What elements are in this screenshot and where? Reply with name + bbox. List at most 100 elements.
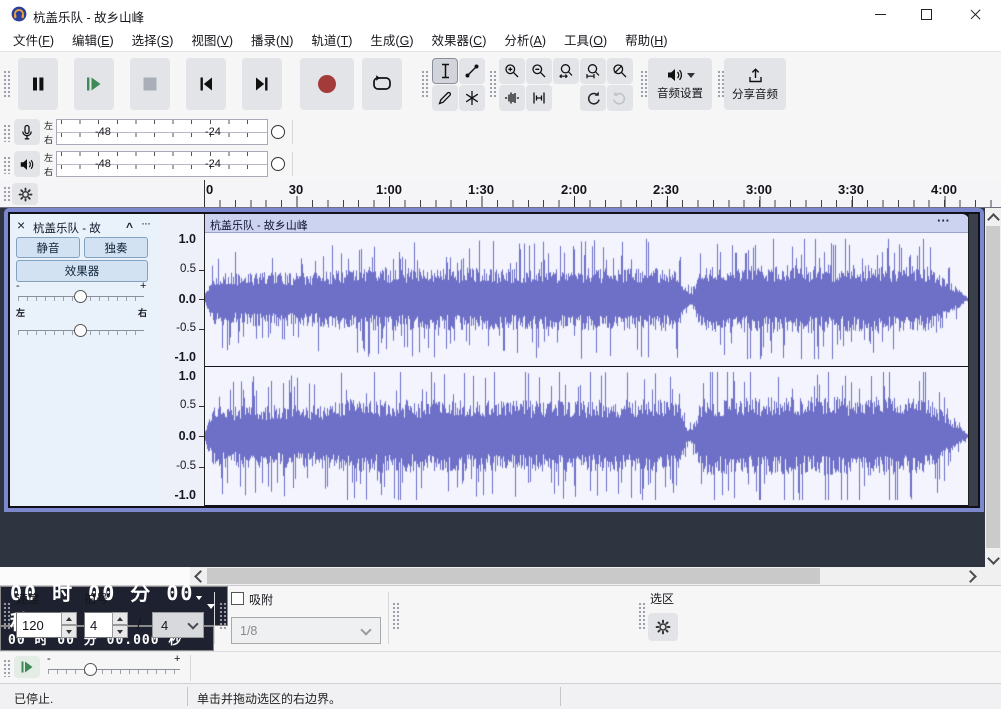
beats-spinner-up[interactable]	[112, 612, 128, 625]
zoom-toggle-button[interactable]	[607, 58, 633, 84]
menu-analyze[interactable]: 分析(A)	[495, 26, 555, 53]
record-meter-grip[interactable]	[3, 124, 11, 142]
tempo-spinner-up[interactable]	[61, 612, 77, 625]
beats-upper-input[interactable]: 4	[84, 612, 113, 638]
draw-tool-button[interactable]	[432, 85, 458, 111]
status-bar: 已停止. 单击并拖动选区的右边界。	[0, 683, 1001, 709]
playback-meter-bar[interactable]: -48 -24	[56, 151, 268, 177]
minimize-icon	[875, 14, 886, 15]
skip-to-start-button[interactable]	[186, 58, 226, 110]
menu-file[interactable]: 文件(F)	[4, 26, 63, 53]
mute-button[interactable]: 静音	[16, 237, 80, 258]
pan-slider-thumb[interactable]	[74, 324, 87, 337]
tempo-spinner-down[interactable]	[61, 625, 77, 638]
skip-to-start-icon	[198, 76, 214, 92]
menu-help[interactable]: 帮助(H)	[616, 26, 676, 53]
vertical-scrollbar-thumb[interactable]	[986, 226, 1000, 548]
edit-grip[interactable]	[489, 70, 497, 98]
track-menu-button[interactable]: ···	[141, 216, 150, 230]
zoom-in-button[interactable]	[499, 58, 525, 84]
menu-effect[interactable]: 效果器(C)	[422, 26, 495, 53]
timeline-ruler[interactable]: 0 30 1:00 1:30 2:00 2:30 3:00 3:30 4:00	[204, 180, 1001, 207]
selection-options-button[interactable]	[648, 613, 678, 641]
clip-left-edge[interactable]	[204, 214, 205, 506]
trim-audio-icon	[504, 90, 520, 106]
clip-menu-button[interactable]: ···	[937, 213, 950, 228]
multi-tool-button[interactable]	[459, 85, 485, 111]
menu-tracks[interactable]: 轨道(T)	[302, 26, 361, 53]
playback-clip-indicator[interactable]	[271, 157, 285, 171]
redo-button[interactable]	[607, 85, 633, 111]
play-button[interactable]	[74, 58, 114, 110]
beats-lower-select[interactable]: 4	[152, 612, 204, 638]
gain-slider-thumb[interactable]	[74, 290, 87, 303]
playback-meter-button[interactable]	[14, 151, 40, 177]
skip-to-end-button[interactable]	[242, 58, 282, 110]
loop-button[interactable]	[362, 58, 402, 110]
clip-header[interactable]: 杭盖乐队 - 故乡山峰 ···	[204, 214, 969, 233]
solo-button[interactable]: 独奏	[84, 237, 148, 258]
snap-grip[interactable]	[219, 602, 227, 630]
zoom-out-button[interactable]	[526, 58, 552, 84]
zoom-selection-button[interactable]	[553, 58, 579, 84]
waveform-canvas[interactable]	[204, 233, 968, 505]
envelope-tool-button[interactable]	[459, 58, 485, 84]
snap-checkbox[interactable]	[231, 592, 244, 605]
menu-transport[interactable]: 播录(N)	[242, 26, 302, 53]
trim-audio-button[interactable]	[499, 85, 525, 111]
snap-select[interactable]: 1/8	[231, 617, 381, 644]
undo-button[interactable]	[580, 85, 606, 111]
transport-grip[interactable]	[3, 70, 11, 98]
record-meter-bar[interactable]: -48 -24	[56, 119, 268, 145]
selection-grip[interactable]	[638, 602, 646, 630]
clip-right-edge[interactable]	[968, 214, 969, 506]
menu-tools[interactable]: 工具(O)	[555, 26, 616, 53]
menu-edit[interactable]: 编辑(E)	[63, 26, 123, 53]
scroll-down-icon[interactable]	[987, 552, 1000, 565]
pause-icon	[30, 76, 46, 92]
menu-select[interactable]: 选择(S)	[123, 26, 183, 53]
close-button[interactable]	[949, 0, 1001, 28]
track-close-button[interactable]: ×	[17, 217, 25, 233]
tempo-input[interactable]: 120	[16, 612, 62, 638]
track-collapse-button[interactable]: ^	[126, 220, 133, 234]
playback-meter-grip[interactable]	[3, 156, 11, 174]
audio-setup-grip[interactable]	[640, 70, 648, 98]
effects-button[interactable]: 效果器	[16, 260, 148, 282]
timeline-tick-100: 1:00	[364, 182, 414, 197]
minimize-button[interactable]	[857, 0, 903, 28]
dropdown-arrow-icon[interactable]	[196, 596, 202, 600]
scale-label: 0.0	[158, 292, 196, 306]
record-button[interactable]	[300, 58, 354, 110]
time-signature-grip[interactable]	[3, 602, 11, 630]
scale-label: 0.0	[158, 429, 196, 443]
pause-button[interactable]	[18, 58, 58, 110]
track-empty-area[interactable]	[969, 214, 978, 506]
record-meter-button[interactable]	[14, 119, 40, 145]
track-name[interactable]: 杭盖乐队 - 故	[33, 220, 101, 236]
menu-view[interactable]: 视图(V)	[182, 26, 242, 53]
silence-audio-button[interactable]	[526, 85, 552, 111]
scroll-up-icon[interactable]	[987, 213, 1000, 226]
audio-setup-button[interactable]: 音频设置	[648, 58, 712, 110]
speed-max-label: +	[174, 653, 180, 665]
menu-generate[interactable]: 生成(G)	[361, 26, 422, 53]
selection-tool-button[interactable]	[432, 58, 458, 84]
play-at-speed-grip[interactable]	[3, 659, 11, 677]
stop-button[interactable]	[130, 58, 170, 110]
beats-spinner-down[interactable]	[112, 625, 128, 638]
timeline-options-button[interactable]	[12, 183, 38, 205]
vertical-scrollbar[interactable]	[985, 208, 1001, 567]
tools-grip[interactable]	[421, 70, 429, 98]
timeline-grip[interactable]	[3, 186, 11, 202]
time-grip[interactable]	[392, 602, 400, 630]
dropdown-arrow-icon[interactable]	[207, 604, 215, 609]
record-clip-indicator[interactable]	[271, 125, 285, 139]
zoom-fit-button[interactable]	[580, 58, 606, 84]
speed-slider-thumb[interactable]	[84, 663, 97, 676]
scroll-right-icon[interactable]	[964, 570, 977, 583]
play-at-speed-button[interactable]	[14, 656, 40, 678]
share-audio-button[interactable]: 分享音频	[724, 58, 786, 110]
maximize-button[interactable]	[903, 0, 949, 28]
horizontal-scrollbar-thumb[interactable]	[207, 568, 820, 584]
